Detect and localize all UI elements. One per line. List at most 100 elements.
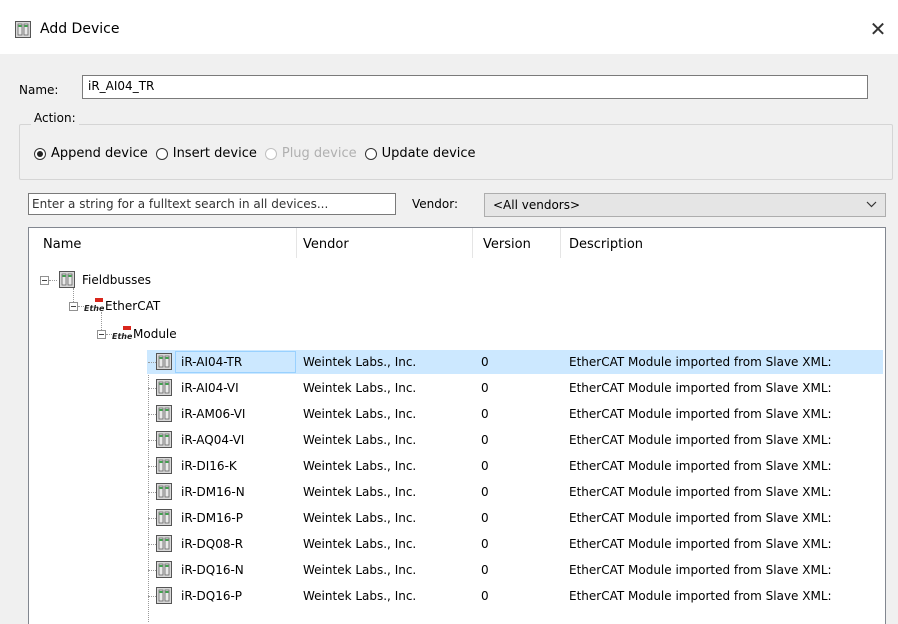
device-version: 0	[481, 433, 489, 447]
column-separator[interactable]	[472, 228, 473, 258]
column-header-version[interactable]: Version	[483, 237, 531, 252]
collapse-icon[interactable]	[40, 276, 49, 285]
title-bar: Add Device ✕	[0, 0, 898, 54]
fulltext-search-input[interactable]: Enter a string for a fulltext search in …	[28, 193, 396, 215]
tree-connector	[148, 414, 156, 415]
device-row[interactable]: iR-DQ16-P Weintek Labs., Inc. 0 EtherCAT Mo…	[29, 584, 885, 608]
device-description: EtherCAT Module imported from Slave XML:	[569, 433, 832, 447]
vendor-select[interactable]: <All vendors>	[484, 193, 886, 217]
tree-connector	[49, 280, 57, 281]
device-row[interactable]: iR-DM16-P Weintek Labs., Inc. 0 EtherCAT Mo…	[29, 506, 885, 530]
device-description: EtherCAT Module imported from Slave XML:	[569, 381, 832, 395]
device-row[interactable]: iR-DM16-N Weintek Labs., Inc. 0 EtherCAT Mo…	[29, 480, 885, 504]
device-name: iR-AM06-VI	[181, 407, 246, 421]
name-input[interactable]: iR_AI04_TR	[82, 75, 868, 99]
tree-node-ethercat[interactable]: EtherCAT EtherCAT	[29, 294, 885, 318]
close-button[interactable]: ✕	[858, 14, 898, 44]
radio-unchecked-icon	[264, 147, 277, 160]
tree-node-label: Module	[133, 327, 177, 341]
tree-node-module[interactable]: EtherCAT Module	[29, 322, 885, 346]
device-vendor: Weintek Labs., Inc.	[303, 459, 417, 473]
device-vendor: Weintek Labs., Inc.	[303, 355, 417, 369]
vendor-select-value: <All vendors>	[493, 198, 581, 212]
column-separator[interactable]	[296, 228, 297, 258]
device-description: EtherCAT Module imported from Slave XML:	[569, 407, 832, 421]
tree-node-label: EtherCAT	[105, 299, 161, 313]
device-name: iR-DQ08-R	[181, 537, 244, 551]
device-vendor: Weintek Labs., Inc.	[303, 537, 417, 551]
column-header-description[interactable]: Description	[569, 237, 643, 252]
device-version: 0	[481, 511, 489, 525]
close-icon: ✕	[869, 17, 887, 41]
device-icon	[15, 21, 31, 38]
device-icon	[156, 431, 172, 448]
tree-connector	[148, 388, 156, 389]
device-version: 0	[481, 459, 489, 473]
dialog-title: Add Device	[40, 21, 120, 37]
device-row[interactable]: iR-DI16-K Weintek Labs., Inc. 0 EtherCAT Mo…	[29, 454, 885, 478]
ethercat-icon: EtherCAT	[112, 326, 132, 341]
device-vendor: Weintek Labs., Inc.	[303, 563, 417, 577]
device-name: iR-AQ04-VI	[181, 433, 245, 447]
name-label: Name:	[19, 83, 59, 97]
device-row[interactable]: iR-AQ04-VI Weintek Labs., Inc. 0 EtherCAT M…	[29, 428, 885, 452]
device-icon	[59, 271, 75, 288]
tree-node-label: Fieldbusses	[82, 273, 152, 287]
tree-connector	[148, 518, 156, 519]
device-row[interactable]: iR-DQ16-N Weintek Labs., Inc. 0 EtherCAT Mo…	[29, 558, 885, 582]
device-icon	[156, 535, 172, 552]
chevron-down-icon	[866, 198, 877, 211]
tree-connector	[148, 570, 156, 571]
append-device-radio[interactable]: Append device	[34, 146, 148, 161]
device-icon	[156, 587, 172, 604]
device-row[interactable]: iR-AI04-VI Weintek Labs., Inc. 0 EtherCAT M…	[29, 376, 885, 400]
tree-connector	[148, 440, 156, 441]
insert-device-label: Insert device	[172, 146, 257, 161]
device-name: iR-DQ16-N	[181, 563, 244, 577]
device-description: EtherCAT Module imported from Slave XML:	[569, 485, 832, 499]
device-vendor: Weintek Labs., Inc.	[303, 485, 417, 499]
column-header-name[interactable]: Name	[43, 237, 81, 252]
device-row[interactable]: iR-AM06-VI Weintek Labs., Inc. 0 EtherCAT M…	[29, 402, 885, 426]
column-separator[interactable]	[560, 228, 561, 258]
device-description: EtherCAT Module imported from Slave XML:	[569, 355, 832, 369]
device-row[interactable]: iR-DQ08-R Weintek Labs., Inc. 0 EtherCAT Mo…	[29, 532, 885, 556]
tree-connector	[148, 492, 156, 493]
update-device-radio[interactable]: Update device	[364, 146, 476, 161]
device-name: iR-AI04-VI	[181, 381, 239, 395]
device-name: iR-DM16-P	[181, 511, 243, 525]
collapse-icon[interactable]	[97, 330, 106, 339]
tree-connector	[148, 362, 156, 363]
device-version: 0	[481, 537, 489, 551]
device-version: 0	[481, 355, 489, 369]
device-vendor: Weintek Labs., Inc.	[303, 433, 417, 447]
radio-unchecked-icon	[364, 147, 377, 160]
device-name: iR-DM16-N	[181, 485, 245, 499]
append-device-label: Append device	[51, 146, 148, 161]
action-legend: Action:	[31, 111, 79, 125]
device-name: iR-AI04-TR	[181, 355, 243, 369]
plug-device-label: Plug device	[281, 146, 357, 161]
tree-node-fieldbusses[interactable]: Fieldbusses	[29, 268, 885, 292]
device-description: EtherCAT Module imported from Slave XML:	[569, 563, 832, 577]
insert-device-radio[interactable]: Insert device	[155, 146, 257, 161]
device-version: 0	[481, 407, 489, 421]
vendor-label: Vendor:	[412, 197, 458, 211]
column-header-vendor[interactable]: Vendor	[303, 237, 349, 252]
plug-device-radio[interactable]: Plug device	[264, 146, 357, 161]
device-icon	[156, 509, 172, 526]
tree-connector	[148, 596, 156, 597]
device-icon	[156, 483, 172, 500]
update-device-label: Update device	[381, 146, 476, 161]
device-description: EtherCAT Module imported from Slave XML:	[569, 511, 832, 525]
device-description: EtherCAT Module imported from Slave XML:	[569, 589, 832, 603]
collapse-icon[interactable]	[69, 302, 78, 311]
device-tree-list[interactable]: Name Vendor Version Description Fieldbus…	[28, 227, 886, 624]
device-name: iR-DI16-K	[181, 459, 237, 473]
ethercat-logo-text: EtherCAT	[112, 332, 132, 341]
device-version: 0	[481, 485, 489, 499]
device-row[interactable]: iR-AI04-TR Weintek Labs., Inc. 0 EtherCAT M…	[29, 350, 885, 374]
device-version: 0	[481, 589, 489, 603]
device-name: iR-DQ16-P	[181, 589, 243, 603]
device-description: EtherCAT Module imported from Slave XML:	[569, 459, 832, 473]
